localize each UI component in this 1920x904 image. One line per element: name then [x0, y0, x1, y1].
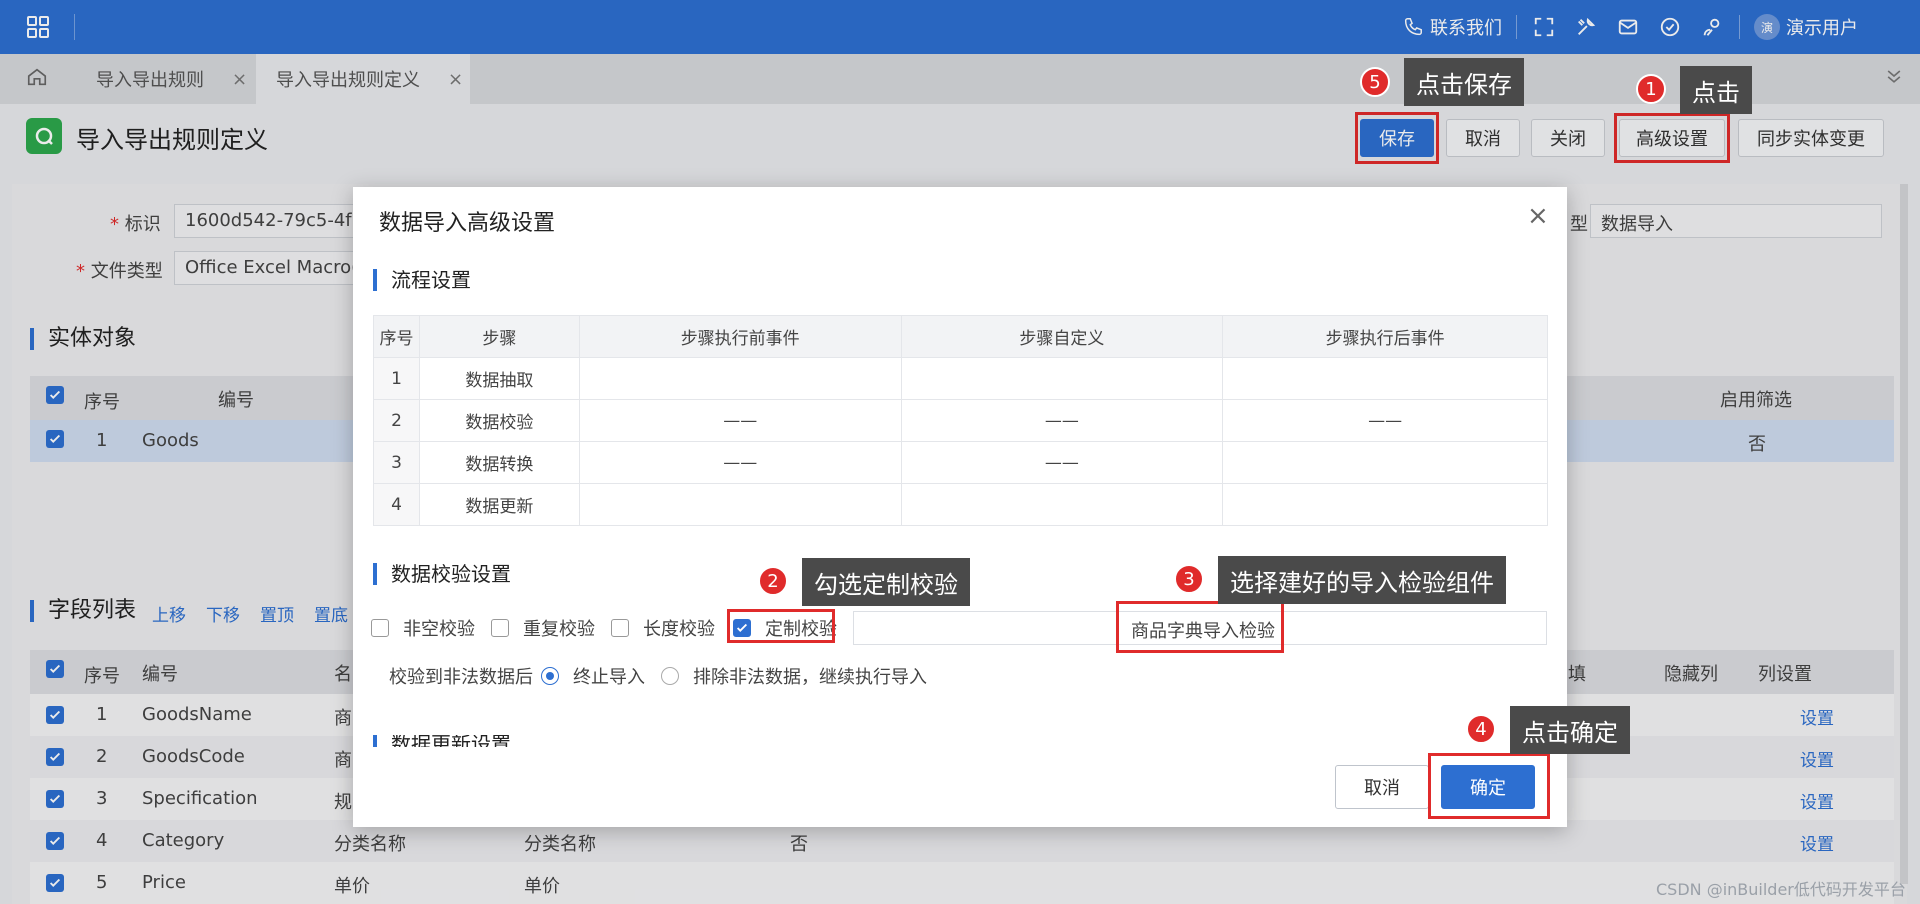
step-badge-4: 4	[1466, 714, 1496, 744]
row-step: 数据抽取	[418, 357, 580, 400]
flow-settings-title: 流程设置	[373, 269, 471, 291]
watermark: CSDN @inBuilder低代码开发平台	[1656, 880, 1906, 899]
row-custom[interactable]: ——	[900, 399, 1224, 442]
row-step: 数据校验	[418, 399, 580, 442]
flow-settings-table: 序号 步骤 步骤执行前事件 步骤自定义 步骤执行后事件 1 数据抽取 2 数据校…	[373, 315, 1548, 526]
callout-select-component: 选择建好的导入检验组件	[1218, 556, 1506, 604]
advanced-settings-dialog: 数据导入高级设置 × 流程设置 序号 步骤 步骤执行前事件 步骤自定义 步骤执行…	[353, 187, 1567, 827]
column-header-before-event: 步骤执行前事件	[578, 315, 902, 358]
length-check[interactable]: 长度校验	[611, 615, 715, 641]
table-row[interactable]: 1 数据抽取	[373, 357, 1548, 400]
callout-click: 点击	[1680, 66, 1752, 114]
column-header-custom: 步骤自定义	[900, 315, 1224, 358]
checkbox[interactable]	[491, 619, 509, 637]
radio-button-selected[interactable]	[541, 667, 559, 685]
step-badge-3: 3	[1174, 564, 1204, 594]
not-null-check[interactable]: 非空校验	[371, 615, 475, 641]
row-before-event[interactable]: ——	[578, 399, 902, 442]
callout-check-custom: 勾选定制校验	[802, 558, 970, 606]
table-row[interactable]: 3 数据转换 —— ——	[373, 441, 1548, 484]
row-step: 数据转换	[418, 441, 580, 484]
column-header-index: 序号	[373, 315, 420, 358]
component-highlight-box	[1116, 601, 1284, 653]
dialog-cancel-button[interactable]: 取消	[1335, 765, 1429, 809]
radio-button[interactable]	[661, 667, 679, 685]
row-before-event[interactable]	[578, 483, 902, 526]
checkbox[interactable]	[371, 619, 389, 637]
custom-check-highlight-box	[727, 609, 835, 643]
duplicate-check[interactable]: 重复校验	[491, 615, 595, 641]
checkbox-label: 长度校验	[643, 619, 715, 640]
radio-label: 终止导入	[573, 667, 645, 688]
ok-highlight-box	[1428, 753, 1550, 819]
checkbox-label: 重复校验	[523, 619, 595, 640]
row-before-event[interactable]	[578, 357, 902, 400]
data-update-settings-title: 数据更新设置	[373, 735, 573, 747]
validation-settings-title: 数据校验设置	[373, 563, 511, 585]
row-custom[interactable]	[900, 483, 1224, 526]
radio-label: 排除非法数据，继续执行导入	[693, 667, 927, 688]
dialog-title: 数据导入高级设置	[379, 211, 556, 236]
table-row[interactable]: 2 数据校验 —— —— ——	[373, 399, 1548, 442]
row-index: 2	[373, 399, 420, 442]
column-header-after-event: 步骤执行后事件	[1222, 315, 1548, 358]
row-index: 1	[373, 357, 420, 400]
row-custom[interactable]	[900, 357, 1224, 400]
checkbox[interactable]	[611, 619, 629, 637]
row-step: 数据更新	[418, 483, 580, 526]
radio-exclude-continue[interactable]: 排除非法数据，继续执行导入	[661, 663, 927, 689]
radio-terminate-import[interactable]: 终止导入	[541, 663, 645, 689]
step-badge-1: 1	[1636, 74, 1666, 104]
row-custom[interactable]: ——	[900, 441, 1224, 484]
step-badge-2: 2	[758, 566, 788, 596]
checkbox-label: 非空校验	[403, 619, 475, 640]
row-after-event[interactable]	[1222, 441, 1548, 484]
callout-click-save: 点击保存	[1404, 58, 1524, 106]
row-after-event[interactable]	[1222, 483, 1548, 526]
row-index: 3	[373, 441, 420, 484]
row-before-event[interactable]: ——	[578, 441, 902, 484]
table-row[interactable]: 4 数据更新	[373, 483, 1548, 526]
table-header-row: 序号 步骤 步骤执行前事件 步骤自定义 步骤执行后事件	[373, 315, 1548, 358]
callout-click-ok: 点击确定	[1510, 706, 1630, 754]
row-index: 4	[373, 483, 420, 526]
column-header-step: 步骤	[418, 315, 580, 358]
after-invalid-label: 校验到非法数据后	[389, 667, 533, 688]
row-after-event[interactable]: ——	[1222, 399, 1548, 442]
dialog-close-icon[interactable]: ×	[1527, 201, 1549, 231]
step-badge-5: 5	[1360, 67, 1390, 97]
row-after-event[interactable]	[1222, 357, 1548, 400]
